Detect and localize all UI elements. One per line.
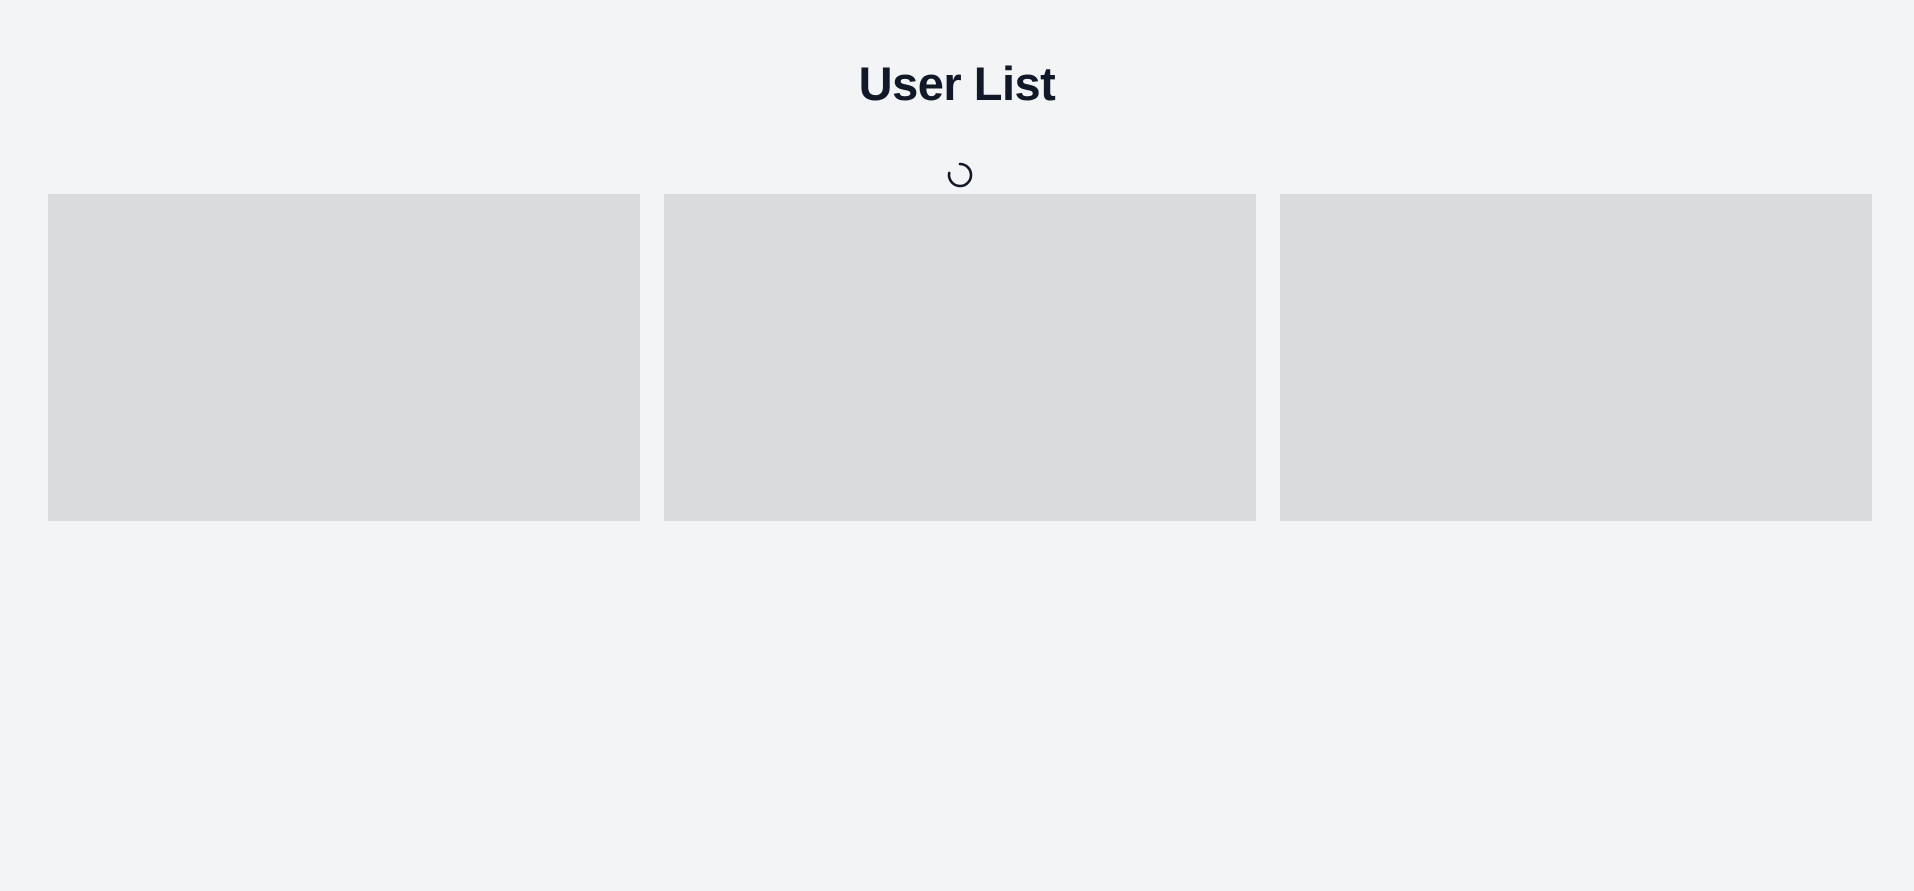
page-title: User List: [858, 57, 1056, 110]
user-card-grid: [48, 194, 1872, 521]
user-card-skeleton: [1280, 194, 1872, 521]
user-list-page: User List: [0, 0, 1914, 891]
user-card-skeleton: [664, 194, 1256, 521]
loading-spinner: [946, 161, 974, 189]
user-card-skeleton: [48, 194, 640, 521]
spinner-icon: [947, 162, 973, 188]
